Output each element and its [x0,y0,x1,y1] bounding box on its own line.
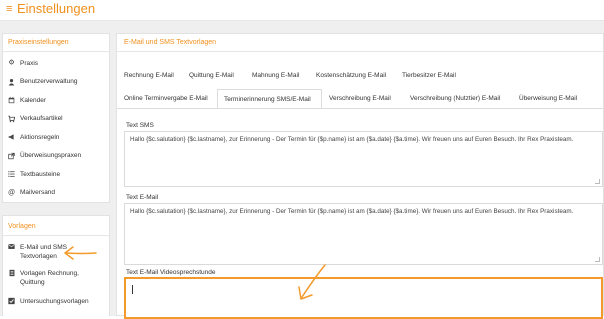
cart-icon [8,115,16,123]
tab-ueberweisung-email[interactable]: Überweisung E-Mail [519,89,577,108]
tab-mahnung-email[interactable]: Mahnung E-Mail [252,66,299,85]
sidebar-item-vorlagen-rechnung-quittung[interactable]: Vorlagen Rechnung, Quittung [3,266,109,292]
vorlagen-header: Vorlagen [3,216,109,236]
checkbox-icon [8,298,15,305]
tab-rechnung-email[interactable]: Rechnung E-Mail [124,66,174,85]
sidebar-item-mailversand[interactable]: @ Mailversand [3,184,109,203]
tab-row-1: Rechnung E-Mail Quittung E-Mail Mahnung … [117,66,603,85]
sidebar-item-label: Benutzerverwaltung [20,78,78,86]
tab-online-terminvergabe-email[interactable]: Online Terminvergabe E-Mail [124,89,208,108]
email-text-label: Text E-Mail [126,194,159,201]
video-email-text-label: Text E-Mail Videosprechstunde [126,269,216,276]
sidebar: Praxiseinstellungen ⚙ Praxis Benutzerver… [2,33,110,316]
sidebar-item-untersuchungsvorlagen[interactable]: Untersuchungsvorlagen [3,292,109,311]
tab-verschreibung-email[interactable]: Verschreibung E-Mail [329,89,391,108]
top-bar: ≡ Einstellungen [0,0,604,20]
tab-row-2: Online Terminvergabe E-Mail Terminerinne… [117,89,603,108]
envelope-icon [8,244,15,251]
list-icon [8,171,15,178]
sms-text-value: Hallo {$c.salutation} {$c.lastname}, zur… [130,136,574,143]
text-caret [132,285,133,294]
tab-terminerinnerung-sms-email[interactable]: Terminerinnerung SMS/E-Mail [217,89,322,108]
sidebar-item-email-sms-textvorlagen[interactable]: E-Mail und SMS Textvorlagen [3,240,109,266]
sidebar-item-label: Kalender [20,96,47,104]
sidebar-item-label: Praxis [20,59,39,67]
video-email-text-area[interactable] [124,277,603,319]
resize-handle-icon[interactable] [595,179,600,184]
gear-icon: ⚙ [8,59,15,67]
page-title: Einstellungen [17,1,96,16]
external-link-icon [8,152,15,159]
sidebar-item-label: Aktionsregeln [20,133,60,141]
tab-verschreibung-nutztier-email[interactable]: Verschreibung (Nutztier) E-Mail [410,89,500,108]
user-icon [8,78,15,86]
sidebar-item-praxis[interactable]: ⚙ Praxis [3,54,109,73]
document-icon [8,269,15,277]
sidebar-item-label: Verkaufsartikel [20,115,63,123]
sidebar-item-label: Mailversand [20,189,56,197]
at-icon: @ [8,189,16,197]
sidebar-item-label: Untersuchungsvorlagen [20,297,89,305]
sidebar-item-kalender[interactable]: Kalender [3,91,109,110]
hamburger-icon[interactable]: ≡ [6,3,12,15]
sms-text-area[interactable]: Hallo {$c.salutation} {$c.lastname}, zur… [124,131,603,187]
megaphone-icon [8,134,15,141]
sidebar-item-aktionsregeln[interactable]: Aktionsregeln [3,128,109,147]
sidebar-item-label: Überweisungspraxen [20,152,82,160]
main-panel: E-Mail und SMS Textvorlagen Rechnung E-M… [116,33,604,319]
sms-text-label: Text SMS [126,122,154,129]
resize-handle-icon[interactable] [595,257,600,262]
email-text-area[interactable]: Hallo {$c.salutation} {$c.lastname}, zur… [124,203,603,265]
tab-tierbesitzer-email[interactable]: Tierbesitzer E-Mail [402,66,456,85]
vorlagen-panel: Vorlagen E-Mail und SMS Textvorlagen Vor… [2,215,110,316]
tab-divider [117,108,603,109]
sidebar-item-label: Textbausteine [20,170,61,178]
tab-quittung-email[interactable]: Quittung E-Mail [189,66,234,85]
sidebar-item-ueberweisungspraxen[interactable]: Überweisungspraxen [3,147,109,166]
sidebar-item-benutzerverwaltung[interactable]: Benutzerverwaltung [3,73,109,92]
email-text-value: Hallo {$c.salutation} {$c.lastname}, zur… [130,208,574,215]
main-header: E-Mail und SMS Textvorlagen [117,34,603,52]
praxis-settings-panel: Praxiseinstellungen ⚙ Praxis Benutzerver… [2,33,110,203]
calendar-icon [8,97,15,104]
sidebar-item-verkaufsartikel[interactable]: Verkaufsartikel [3,110,109,129]
sidebar-item-label: Vorlagen Rechnung, Quittung [20,270,79,286]
praxis-settings-header: Praxiseinstellungen [3,34,109,52]
tab-kostenschaetzung-email[interactable]: Kostenschätzung E-Mail [316,66,386,85]
sidebar-item-label: E-Mail und SMS Textvorlagen [20,244,67,260]
sidebar-item-textbausteine[interactable]: Textbausteine [3,165,109,184]
